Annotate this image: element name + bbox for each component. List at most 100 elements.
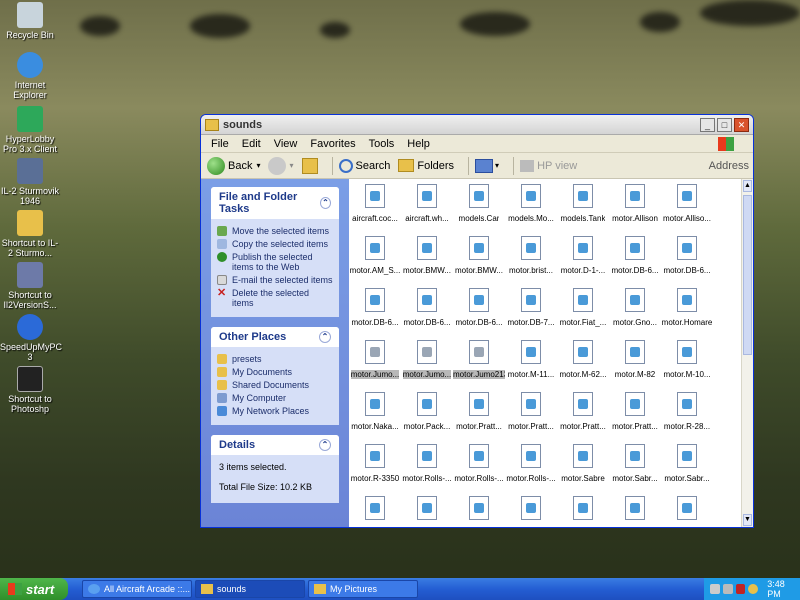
file-item[interactable]: motor.std ... <box>453 493 505 527</box>
file-item[interactable]: models.Car <box>453 181 505 233</box>
address-label[interactable]: Address <box>709 160 749 172</box>
menu-edit[interactable]: Edit <box>242 138 261 150</box>
file-item[interactable]: motor.Sakae <box>349 493 401 527</box>
file-item[interactable]: motor.Pratt... <box>557 389 609 441</box>
views-button[interactable]: ▾ <box>475 158 499 173</box>
menu-file[interactable]: File <box>211 138 229 150</box>
file-item[interactable]: motor.std ... <box>401 493 453 527</box>
file-item[interactable]: motor.Sabre <box>557 441 609 493</box>
file-item[interactable]: aircraft.wh... <box>401 181 453 233</box>
desktop-icon-speedupmypc[interactable]: SpeedUpMyPC 3 <box>0 314 62 362</box>
task-copy[interactable]: Copy the selected items <box>217 239 333 249</box>
collapse-chevron-icon[interactable]: ⌃ <box>319 197 331 209</box>
file-item[interactable]: motor.R-28... <box>661 389 713 441</box>
file-item[interactable]: motor.Pratt... <box>453 389 505 441</box>
place-my-network-places[interactable]: My Network Places <box>217 406 333 416</box>
close-button[interactable]: ✕ <box>734 117 749 132</box>
search-button[interactable]: Search <box>338 158 390 173</box>
hp-view-button[interactable]: HP view <box>520 159 577 172</box>
file-item[interactable]: motor.Sabr... <box>609 441 661 493</box>
taskbar-button-sounds[interactable]: sounds <box>195 580 305 598</box>
scroll-up-arrow-icon[interactable]: ▲ <box>743 180 752 192</box>
desktop-icon-photoshop-shortcut[interactable]: Shortcut to Photoshp <box>0 366 60 414</box>
collapse-chevron-icon[interactable]: ⌃ <box>319 439 331 451</box>
menu-help[interactable]: Help <box>407 138 430 150</box>
file-item[interactable]: motor.DB-6... <box>453 285 505 337</box>
security-tray-icon[interactable] <box>735 584 746 594</box>
scroll-down-arrow-icon[interactable]: ▼ <box>743 514 752 526</box>
file-item[interactable]: motor.AM_S... <box>349 233 401 285</box>
update-tray-icon[interactable] <box>748 584 759 594</box>
file-item[interactable]: motor.brist... <box>505 233 557 285</box>
scrollbar-thumb[interactable] <box>743 195 752 355</box>
file-item[interactable]: motor.Sabr... <box>661 441 713 493</box>
file-item[interactable]: motor.Jumo213 <box>453 337 505 389</box>
file-item[interactable]: motor.Rolls-... <box>453 441 505 493</box>
task-publish[interactable]: Publish the selected items to the Web <box>217 252 333 272</box>
up-folder-button[interactable] <box>301 157 318 174</box>
desktop-icon-il2version-shortcut[interactable]: Shortcut to Il2VersionS... <box>0 262 60 310</box>
taskbar-button-aircraft-arcade[interactable]: All Aircraft Arcade ::... <box>82 580 192 598</box>
minimize-button[interactable]: _ <box>700 117 715 132</box>
desktop-icon-hyperlobby[interactable]: HyperLobby Pro 3.x Client <box>0 106 60 154</box>
file-item[interactable]: motor.VK_107 <box>505 493 557 527</box>
file-item[interactable]: motor.M-62... <box>557 337 609 389</box>
file-item[interactable]: motor.Jumo... <box>349 337 401 389</box>
place-my-computer[interactable]: My Computer <box>217 393 333 403</box>
file-item[interactable]: motor.DB-6... <box>661 233 713 285</box>
file-item[interactable]: motor.Fiat_... <box>557 285 609 337</box>
file-item[interactable]: motor.Homare <box>661 285 713 337</box>
file-item[interactable]: motor.Pratt... <box>609 389 661 441</box>
menu-view[interactable]: View <box>274 138 298 150</box>
menu-favorites[interactable]: Favorites <box>310 138 355 150</box>
file-item[interactable]: motor.M-10... <box>661 337 713 389</box>
file-item[interactable]: motor.Rolls-... <box>401 441 453 493</box>
file-item[interactable]: motor.M-11... <box>505 337 557 389</box>
place-presets[interactable]: presets <box>217 354 333 364</box>
maximize-button[interactable]: □ <box>717 117 732 132</box>
forward-button[interactable]: ▾ <box>268 156 294 175</box>
file-item[interactable]: motor.DB-6... <box>401 285 453 337</box>
file-item[interactable]: motor.Naka... <box>349 389 401 441</box>
file-item[interactable]: motor.Allison <box>609 181 661 233</box>
panel-header[interactable]: File and Folder Tasks ⌃ <box>211 187 339 219</box>
clock[interactable]: 3:48 PM <box>767 579 800 599</box>
panel-header[interactable]: Other Places ⌃ <box>211 327 339 347</box>
file-item[interactable]: motor.Jumo... <box>401 337 453 389</box>
file-item[interactable]: motor.BMW... <box>401 233 453 285</box>
file-item[interactable]: objects.bullet <box>661 493 713 527</box>
file-item[interactable]: aircraft.coc... <box>349 181 401 233</box>
panel-header[interactable]: Details ⌃ <box>211 435 339 455</box>
task-move[interactable]: Move the selected items <box>217 226 333 236</box>
file-item[interactable]: motor.Pratt... <box>505 389 557 441</box>
file-item[interactable]: motor.R-3350 <box>349 441 401 493</box>
menu-tools[interactable]: Tools <box>369 138 395 150</box>
desktop-icon-recycle-bin[interactable]: Recycle Bin <box>0 2 60 40</box>
folders-button[interactable]: Folders <box>398 159 454 172</box>
start-button[interactable]: start <box>0 578 68 600</box>
volume-tray-icon[interactable] <box>722 584 733 594</box>
file-item[interactable]: motor.M-82 <box>609 337 661 389</box>
taskbar-button-my-pictures[interactable]: My Pictures <box>308 580 418 598</box>
file-item[interactable]: motor.Gno... <box>609 285 661 337</box>
file-item[interactable]: models.Tank <box>557 181 609 233</box>
file-item[interactable]: motor.Pack... <box>401 389 453 441</box>
task-email[interactable]: E-mail the selected items <box>217 275 333 285</box>
file-item[interactable]: motor.Rolls-... <box>505 441 557 493</box>
file-item[interactable]: motor.D-1-... <box>557 233 609 285</box>
file-item[interactable]: motor.DB-6... <box>609 233 661 285</box>
network-tray-icon[interactable] <box>710 584 720 594</box>
file-item[interactable]: models.Mo... <box>505 181 557 233</box>
desktop-icon-internet-explorer[interactable]: Internet Explorer <box>0 52 60 100</box>
file-item[interactable]: motor.DB-7... <box>505 285 557 337</box>
task-delete[interactable]: ✕ Delete the selected items <box>217 288 333 309</box>
file-item[interactable]: motor.Wrig... <box>557 493 609 527</box>
file-item[interactable]: motor.BMW... <box>453 233 505 285</box>
place-shared-documents[interactable]: Shared Documents <box>217 380 333 390</box>
vertical-scrollbar[interactable]: ▲ ▼ <box>741 179 753 527</box>
file-item[interactable]: motor.Alliso... <box>661 181 713 233</box>
file-item[interactable]: motor.Wrig... <box>609 493 661 527</box>
place-my-documents[interactable]: My Documents <box>217 367 333 377</box>
back-button[interactable]: Back ▾ <box>207 156 260 175</box>
desktop-icon-il2-shortcut[interactable]: Shortcut to IL-2 Sturmo... <box>0 210 60 258</box>
